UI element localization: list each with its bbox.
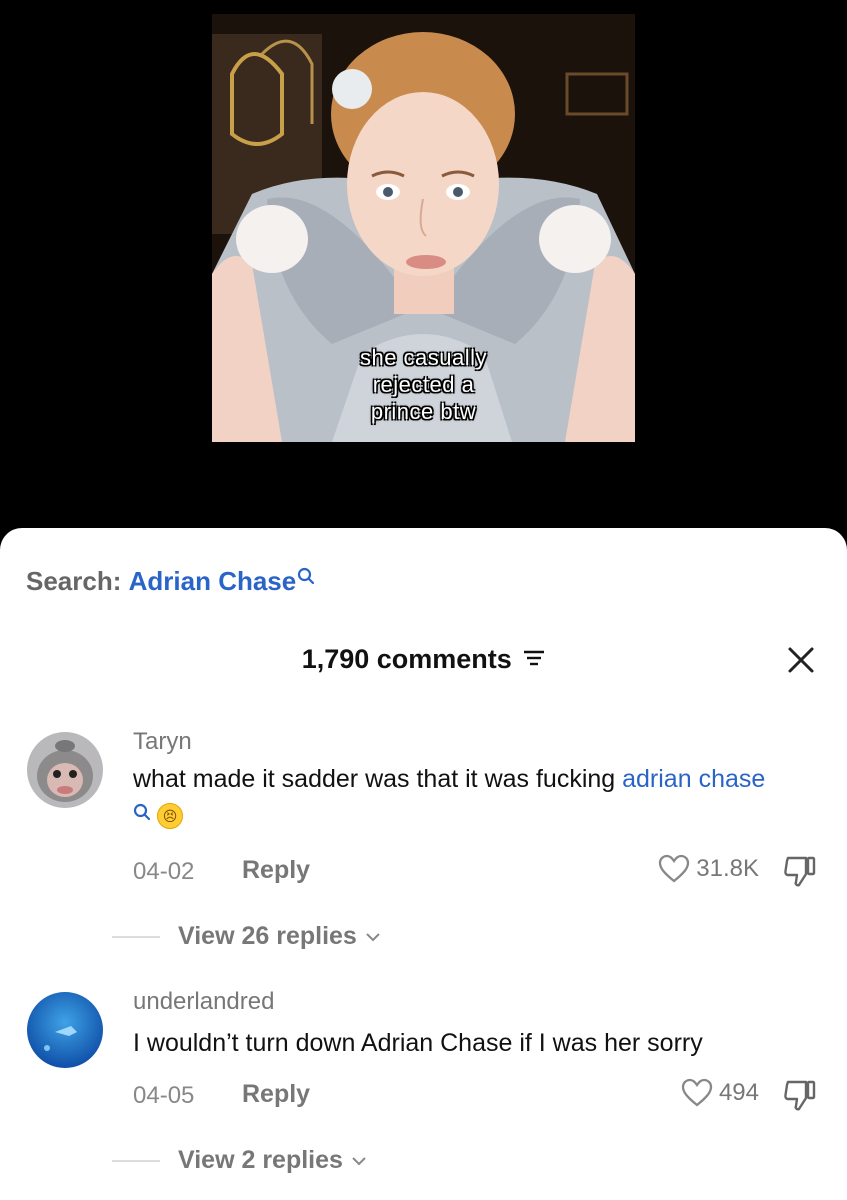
thread-line xyxy=(112,1159,160,1162)
search-label: Search: xyxy=(26,566,122,596)
comment-mention-link[interactable]: adrian chase xyxy=(622,765,765,793)
like-button[interactable]: 31.8K xyxy=(658,854,759,884)
comment-username[interactable]: underlandred xyxy=(133,988,274,1016)
view-replies-button[interactable]: View 26 replies xyxy=(112,922,381,951)
avatar[interactable] xyxy=(27,732,103,808)
comment-date: 04-02 xyxy=(133,858,195,885)
sort-icon[interactable] xyxy=(523,643,545,674)
comment-text-body: what made it sadder was that it was fuck… xyxy=(133,765,623,793)
thumbs-down-icon[interactable] xyxy=(782,1078,818,1114)
comment-username[interactable]: Taryn xyxy=(133,728,192,756)
comment-text: I wouldn’t turn down Adrian Chase if I w… xyxy=(133,1029,703,1057)
like-count: 31.8K xyxy=(696,855,759,882)
reply-button[interactable]: Reply xyxy=(242,1080,310,1109)
video-frame: she casually rejected a prince btw xyxy=(212,14,635,442)
magnifier-icon xyxy=(133,803,151,821)
chevron-down-icon xyxy=(366,932,380,941)
like-count: 494 xyxy=(718,1079,759,1106)
view-replies-button[interactable]: View 2 replies xyxy=(112,1146,367,1175)
comments-count-label: 1,790 comments xyxy=(301,644,512,674)
like-button[interactable]: 494 xyxy=(681,1078,759,1108)
comments-count-header: 1,790 comments xyxy=(0,644,847,675)
chevron-down-icon xyxy=(352,1156,366,1165)
comment-text: what made it sadder was that it was fuck… xyxy=(133,760,783,838)
video-player[interactable]: she casually rejected a prince btw xyxy=(0,0,847,540)
search-term-link[interactable]: Adrian Chase xyxy=(129,566,297,596)
magnifier-icon xyxy=(298,567,315,585)
comments-sheet: Search: Adrian Chase 1,790 comments Tary… xyxy=(0,528,847,1200)
view-replies-label: View 2 replies xyxy=(178,1146,343,1174)
heart-icon xyxy=(659,854,690,883)
heart-icon xyxy=(681,1078,713,1107)
persevering-face-emoji: 😣 xyxy=(157,803,183,830)
thread-line xyxy=(112,935,160,938)
reply-button[interactable]: Reply xyxy=(242,856,310,885)
avatar[interactable] xyxy=(27,992,103,1068)
comment-date: 04-05 xyxy=(133,1082,195,1109)
thumbs-down-icon[interactable] xyxy=(782,854,818,890)
search-suggestion[interactable]: Search: Adrian Chase xyxy=(26,566,315,597)
close-icon[interactable] xyxy=(786,645,816,675)
video-caption: she casually rejected a prince btw xyxy=(359,345,488,424)
view-replies-label: View 26 replies xyxy=(178,922,357,950)
